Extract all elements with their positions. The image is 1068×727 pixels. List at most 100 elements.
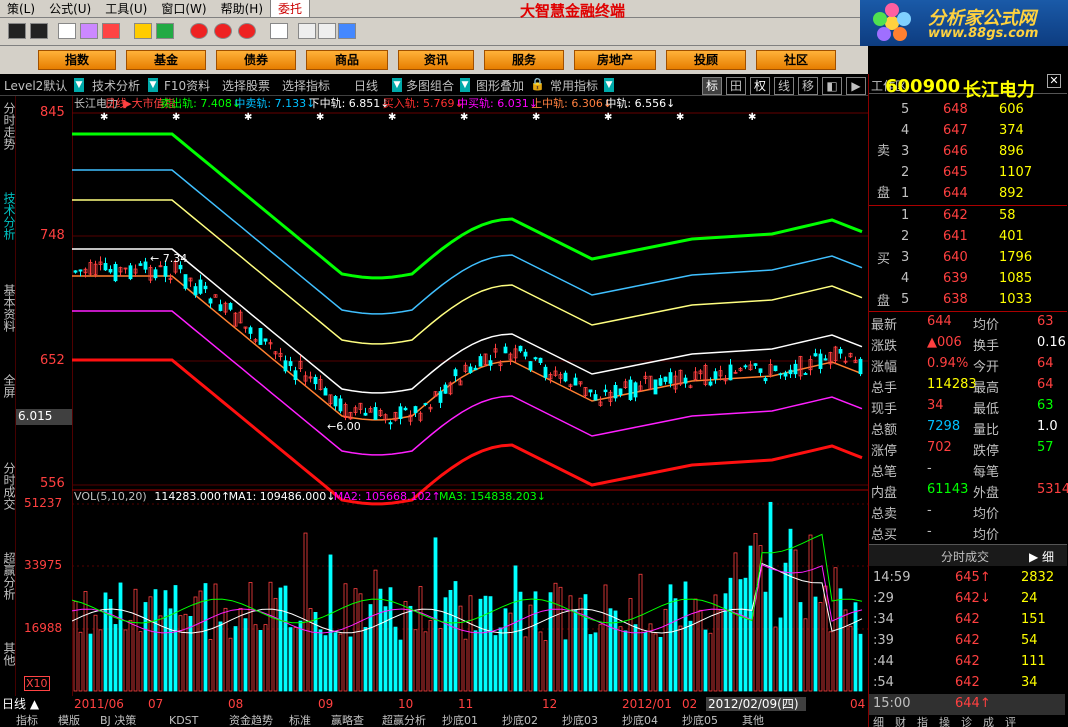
tab-super[interactable]: 超赢分析 [1,552,16,600]
menu-strategy[interactable]: 策(L) [0,0,42,17]
panel-tab[interactable]: 操 [939,714,950,727]
header-text: 买入轨: 5.769↓ [383,96,464,110]
price-axis: 845 748 652 556 51237 33975 16988 X10 [16,96,72,696]
dropdown-icon[interactable]: ▼ [148,78,158,92]
nav-advisor[interactable]: 投顾 [666,50,746,70]
line-button[interactable]: 线 [774,77,794,95]
panel-tab[interactable]: 指 [917,714,928,727]
volume-bar [743,577,748,692]
quote-value: 34 [927,398,944,413]
bottom-tab[interactable]: 模版 [58,713,80,727]
quote-label: 最低 [973,402,1000,417]
alert-icon[interactable] [134,23,152,39]
menu-window[interactable]: 窗口(W) [154,0,213,17]
multi-chart[interactable]: 多图组合 [406,77,454,94]
red-icon[interactable] [214,23,232,39]
lock-icon[interactable]: 🔒 [530,77,545,91]
grid-icon[interactable] [8,23,26,39]
f10-info[interactable]: F10资料 [164,77,210,94]
nav-news[interactable]: 资讯 [398,50,474,70]
volume-bar [633,624,638,692]
bottom-tab[interactable]: BJ 决策 [100,713,136,727]
menu-help[interactable]: 帮助(H) [214,0,270,17]
volume-bar [588,634,593,692]
bottom-tab[interactable]: 抄底02 [502,713,538,727]
grid-icon[interactable] [30,23,48,39]
chart-icon[interactable] [58,23,76,39]
tab-ticks[interactable]: 分时成交 [1,462,16,510]
buy-label: 盘 [877,294,891,309]
grid-button[interactable]: 田 [726,77,746,95]
kline-chart[interactable]: ← 7.34←6.00 长江电力日线▶大市值指卖出轨: 7.408↓中卖轨: 7… [72,96,868,696]
volume-bar [768,501,773,692]
dropdown-icon[interactable]: ▼ [74,78,84,92]
level2-default[interactable]: Level2默认 [4,77,67,94]
bottom-tab[interactable]: 赢略查 [331,713,364,727]
chart-overlay[interactable]: 图形叠加 [476,77,524,94]
bottom-tab[interactable]: 抄底01 [442,713,478,727]
tab-fullscreen[interactable]: 全屏 [1,374,16,398]
nav-service[interactable]: 服务 [484,50,564,70]
bottom-tab[interactable]: 超赢分析 [382,713,426,727]
period-label[interactable]: 日线 ▲ [2,697,40,711]
sell-price: 646 [943,144,968,159]
dropdown-icon[interactable]: ▼ [604,78,614,92]
left-tabs: 分时走势 技术分析 基本资料 全屏 分时成交 超赢分析 其他 [0,96,16,696]
rights-button[interactable]: 权 [750,77,770,95]
nav-realestate[interactable]: 房地产 [574,50,656,70]
panel-tab[interactable]: 财 [895,714,906,727]
bottom-tab[interactable]: 标准 [289,713,311,727]
tab-other[interactable]: 其他 [1,642,16,666]
dropdown-icon[interactable]: ▼ [392,78,402,92]
buy-price: 640 [943,250,968,265]
level-num: 5 [901,292,910,307]
daily-period[interactable]: 日线 [354,77,378,94]
red-icon[interactable] [190,23,208,39]
mark-button[interactable]: 标 [702,77,722,95]
star-icon: ✱ [460,112,468,123]
panel-tab[interactable]: 评 [1005,714,1016,727]
sell-price: 644 [943,186,968,201]
help-icon[interactable] [338,23,356,39]
bottom-tab[interactable]: 抄底04 [622,713,658,727]
tech-analysis[interactable]: 技术分析 [92,77,140,94]
table-icon[interactable] [318,23,336,39]
volume-bar [728,577,733,692]
move-button[interactable]: 移 [798,77,818,95]
menu-order[interactable]: 委托 [270,0,311,18]
bottom-tab[interactable]: 其他 [742,714,764,727]
nav-commodity[interactable]: 商品 [306,50,388,70]
panel-tab[interactable]: 成 [983,714,994,727]
red-icon[interactable] [238,23,256,39]
bottom-tab[interactable]: 资金趋势 [229,713,273,727]
dropdown-icon[interactable]: ▼ [460,78,470,92]
select-indicator[interactable]: 选择指标 [282,77,330,94]
next-button[interactable]: ▶ [846,77,866,95]
book-icon[interactable] [80,23,98,39]
table-icon[interactable] [298,23,316,39]
common-indicator[interactable]: 常用指标 [550,77,598,94]
bottom-tab[interactable]: KDST [169,714,199,727]
stop-icon[interactable] [102,23,120,39]
star-icon: ✱ [244,112,252,123]
tab-intraday[interactable]: 分时走势 [1,102,16,150]
money-icon[interactable] [156,23,174,39]
bottom-tab[interactable]: 抄底03 [562,713,598,727]
quote-value: 7298 [927,419,961,434]
window-icon[interactable] [270,23,288,39]
tab-fundamental[interactable]: 基本资料 [1,284,16,332]
menu-formula[interactable]: 公式(U) [42,0,98,17]
menu-tools[interactable]: 工具(U) [98,0,154,17]
panel-tab[interactable]: 细 [873,714,884,727]
panel-button[interactable]: ◧ [822,77,842,95]
bottom-tab[interactable]: 抄底05 [682,713,718,727]
tab-technical[interactable]: 技术分析 [1,192,16,240]
ticks-detail-button[interactable]: ▶ 细 [1029,548,1054,565]
nav-bond[interactable]: 债券 [216,50,296,70]
bottom-tab[interactable]: 指标 [16,713,38,727]
nav-index[interactable]: 指数 [38,50,116,70]
select-stock[interactable]: 选择股票 [222,77,270,94]
panel-tab[interactable]: 诊 [961,714,972,727]
nav-fund[interactable]: 基金 [126,50,206,70]
nav-community[interactable]: 社区 [756,50,836,70]
